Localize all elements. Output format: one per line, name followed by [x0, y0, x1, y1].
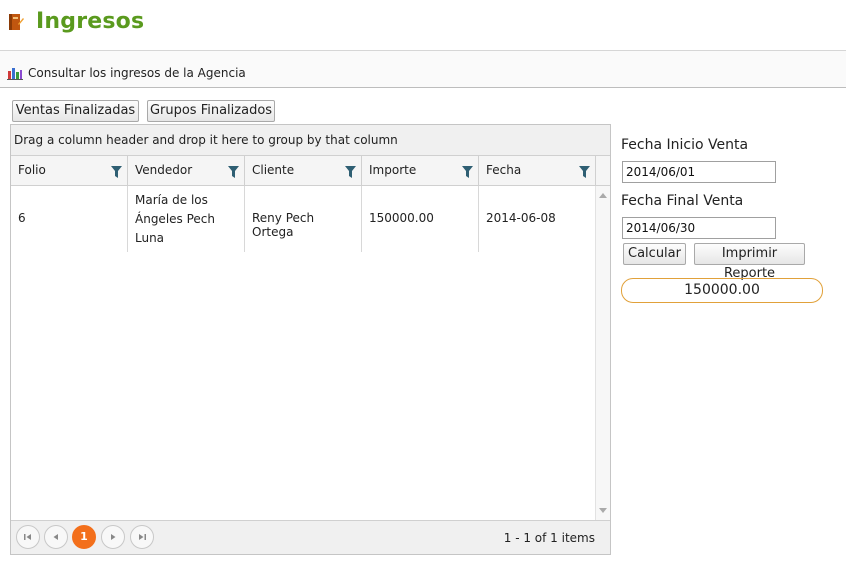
filter-icon[interactable]: [111, 166, 122, 178]
ventas-grid: Drag a column header and drop it here to…: [10, 124, 611, 555]
cell-cliente: Reny Pech Ortega: [245, 186, 362, 252]
vendedor-line: Luna: [135, 231, 165, 245]
agency-book-icon: [9, 14, 24, 30]
cell-importe: 150000.00: [362, 186, 479, 252]
cell-fecha: 2014-06-08: [479, 186, 596, 252]
first-page-icon: [24, 534, 31, 540]
next-page-button[interactable]: [101, 525, 125, 549]
group-drop-area[interactable]: Drag a column header and drop it here to…: [11, 125, 610, 156]
calcular-button[interactable]: Calcular: [623, 243, 686, 265]
column-header-folio[interactable]: Folio: [11, 156, 128, 185]
last-page-button[interactable]: [130, 525, 154, 549]
cell-text: 6: [18, 211, 26, 225]
total-display: 150000.00: [621, 278, 823, 303]
page-header: Ingresos: [0, 0, 846, 50]
scroll-down-icon[interactable]: [599, 508, 607, 513]
column-header-fecha[interactable]: Fecha: [479, 156, 596, 185]
pager-info: 1 - 1 of 1 items: [503, 531, 595, 545]
cell-vendedor: María de los Ángeles Pech Luna: [128, 186, 245, 252]
grid-body: 6 María de los Ángeles Pech Luna Reny Pe…: [11, 186, 596, 520]
cell-text: 150000.00: [369, 211, 434, 225]
cell-text: María de los Ángeles Pech Luna: [135, 191, 240, 248]
section-divider: [0, 87, 846, 88]
bar-chart-icon: [7, 68, 23, 80]
grid-header: Folio Vendedor Cliente Importe Fecha: [11, 156, 610, 186]
vendedor-line: Ángeles Pech: [135, 212, 215, 226]
filter-icon[interactable]: [579, 166, 590, 178]
grupos-finalizados-button[interactable]: Grupos Finalizados: [147, 100, 275, 122]
grid-pager: 1 1 - 1 of 1 items: [11, 520, 610, 554]
imprimir-reporte-button[interactable]: Imprimir Reporte: [694, 243, 805, 281]
current-page-button[interactable]: 1: [72, 525, 96, 549]
filter-icon[interactable]: [345, 166, 356, 178]
grid-scrollbar[interactable]: [595, 186, 610, 520]
previous-page-button[interactable]: [44, 525, 68, 549]
section-bar: Consultar los ingresos de la Agencia: [0, 51, 846, 87]
vendedor-line: María de los: [135, 193, 208, 207]
cell-text: 2014-06-08: [486, 211, 556, 225]
column-label: Vendedor: [135, 163, 193, 177]
first-page-button[interactable]: [16, 525, 40, 549]
previous-page-icon: [53, 534, 58, 540]
start-date-input[interactable]: [622, 161, 776, 183]
column-label: Importe: [369, 163, 417, 177]
column-header-vendedor[interactable]: Vendedor: [128, 156, 245, 185]
column-header-importe[interactable]: Importe: [362, 156, 479, 185]
page-title: Ingresos: [36, 9, 145, 34]
cell-folio: 6: [11, 186, 128, 252]
filter-icon[interactable]: [228, 166, 239, 178]
end-date-input[interactable]: [622, 217, 776, 239]
next-page-icon: [111, 534, 116, 540]
filter-icon[interactable]: [462, 166, 473, 178]
cell-text: Reny Pech Ortega: [252, 211, 315, 239]
scroll-up-icon[interactable]: [599, 193, 607, 198]
section-subtitle: Consultar los ingresos de la Agencia: [28, 66, 246, 80]
end-date-label: Fecha Final Venta: [621, 193, 744, 209]
column-label: Cliente: [252, 163, 295, 177]
ventas-finalizadas-button[interactable]: Ventas Finalizadas: [12, 100, 139, 122]
column-label: Folio: [18, 163, 46, 177]
column-header-cliente[interactable]: Cliente: [245, 156, 362, 185]
last-page-icon: [139, 534, 146, 540]
start-date-label: Fecha Inicio Venta: [621, 137, 749, 153]
column-label: Fecha: [486, 163, 522, 177]
